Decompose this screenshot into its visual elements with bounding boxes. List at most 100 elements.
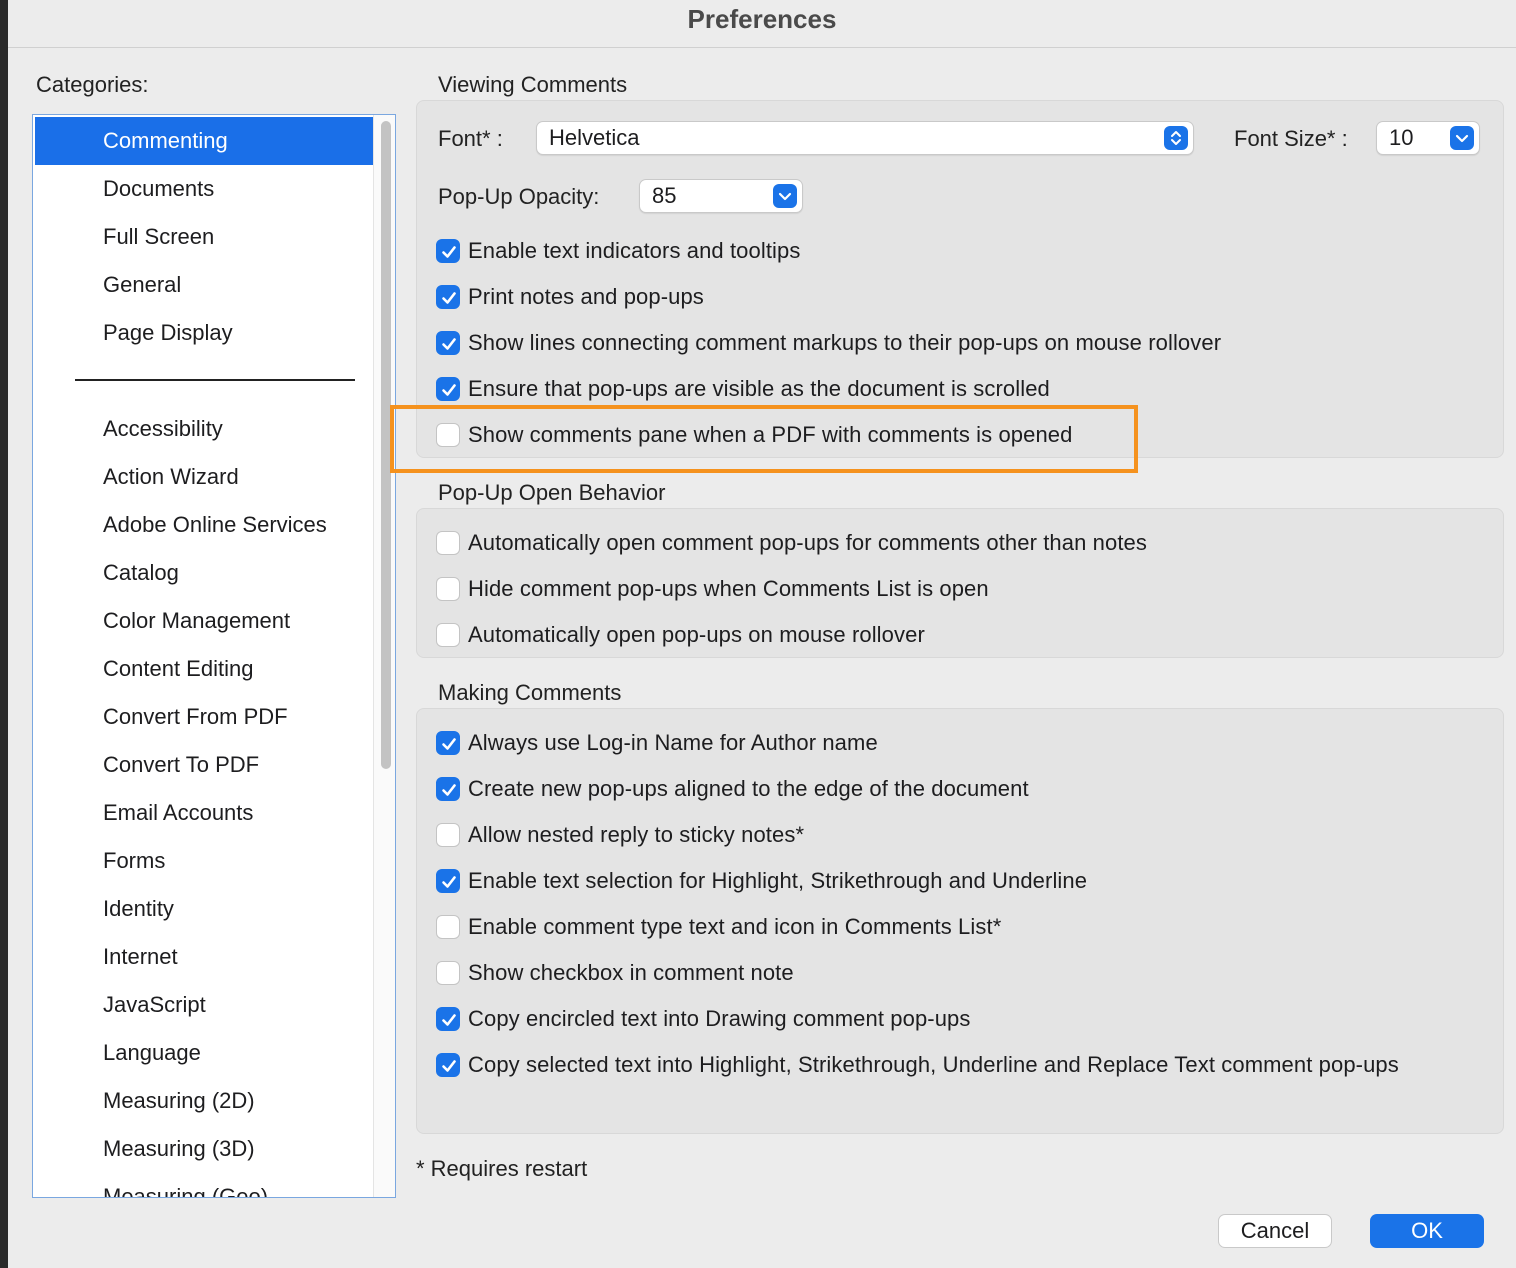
- popup-opacity-value: 85: [652, 183, 677, 208]
- category-item-catalog[interactable]: Catalog: [35, 549, 373, 597]
- making-option-row[interactable]: Always use Log-in Name for Author name: [436, 728, 878, 758]
- making-option-row[interactable]: Copy selected text into Highlight, Strik…: [436, 1050, 1399, 1080]
- checkbox-unchecked[interactable]: [436, 531, 460, 555]
- viewing-comments-title: Viewing Comments: [438, 72, 628, 97]
- checkbox-unchecked[interactable]: [436, 823, 460, 847]
- checkmark-icon: [442, 292, 456, 304]
- categories-scrollbar[interactable]: [373, 115, 395, 1197]
- checkmark-icon: [442, 784, 456, 796]
- checkmark-icon: [442, 876, 456, 888]
- popup-opacity-select[interactable]: 85: [639, 179, 803, 213]
- popup-option-row[interactable]: Automatically open comment pop-ups for c…: [436, 528, 1147, 558]
- checkmark-icon: [442, 338, 456, 350]
- category-item-measuring-2d[interactable]: Measuring (2D): [35, 1077, 373, 1125]
- font-label: Font* :: [438, 126, 503, 151]
- making-option-row[interactable]: Show checkbox in comment note: [436, 958, 794, 988]
- popup-option-row[interactable]: Automatically open pop-ups on mouse roll…: [436, 620, 925, 650]
- category-item-internet[interactable]: Internet: [35, 933, 373, 981]
- popup-option-label: Automatically open pop-ups on mouse roll…: [468, 622, 925, 647]
- font-size-label: Font Size* :: [1234, 126, 1348, 151]
- up-down-chevron-icon: [1164, 126, 1188, 150]
- preferences-window: Preferences Categories: Commenting Docume…: [8, 0, 1516, 1268]
- checkmark-icon: [442, 246, 456, 258]
- viewing-option-row[interactable]: Show lines connecting comment markups to…: [436, 328, 1221, 358]
- making-option-label: Copy selected text into Highlight, Strik…: [468, 1052, 1399, 1077]
- popup-option-label: Hide comment pop-ups when Comments List …: [468, 576, 989, 601]
- making-option-row[interactable]: Allow nested reply to sticky notes*: [436, 820, 804, 850]
- making-option-row[interactable]: Enable comment type text and icon in Com…: [436, 912, 1001, 942]
- highlight-annotation-box: [390, 405, 1138, 473]
- categories-label: Categories:: [36, 72, 149, 97]
- category-item-forms[interactable]: Forms: [35, 837, 373, 885]
- category-item-convert-to-pdf[interactable]: Convert To PDF: [35, 741, 373, 789]
- making-option-label: Always use Log-in Name for Author name: [468, 730, 878, 755]
- categories-list[interactable]: Commenting Documents Full Screen General Pag…: [32, 114, 396, 1198]
- checkmark-icon: [442, 738, 456, 750]
- chevron-down-icon: [1450, 126, 1474, 150]
- viewing-option-label: Ensure that pop-ups are visible as the d…: [468, 376, 1050, 401]
- category-item-measuring-geo[interactable]: Measuring (Geo): [35, 1173, 373, 1197]
- checkbox-checked[interactable]: [436, 869, 460, 893]
- category-item-measuring-3d[interactable]: Measuring (3D): [35, 1125, 373, 1173]
- checkbox-checked[interactable]: [436, 777, 460, 801]
- chevron-down-icon: [773, 184, 797, 208]
- category-item-content-editing[interactable]: Content Editing: [35, 645, 373, 693]
- font-size-value: 10: [1389, 125, 1414, 150]
- viewing-option-row[interactable]: Print notes and pop-ups: [436, 282, 704, 312]
- font-select[interactable]: Helvetica: [536, 121, 1194, 155]
- category-item-adobe-online-services[interactable]: Adobe Online Services: [35, 501, 373, 549]
- category-item-convert-from-pdf[interactable]: Convert From PDF: [35, 693, 373, 741]
- making-option-label: Allow nested reply to sticky notes*: [468, 822, 805, 847]
- category-item-page-display[interactable]: Page Display: [35, 309, 373, 357]
- making-option-label: Enable comment type text and icon in Com…: [468, 914, 1002, 939]
- popup-behavior-title: Pop-Up Open Behavior: [438, 480, 666, 505]
- checkbox-checked[interactable]: [436, 1053, 460, 1077]
- category-item-language[interactable]: Language: [35, 1029, 373, 1077]
- viewing-option-label: Enable text indicators and tooltips: [468, 238, 801, 263]
- requires-restart-note: * Requires restart: [416, 1156, 588, 1181]
- title-bar: Preferences: [8, 0, 1516, 48]
- viewing-option-row[interactable]: Enable text indicators and tooltips: [436, 236, 800, 266]
- category-item-commenting[interactable]: Commenting: [35, 117, 373, 165]
- making-option-label: Show checkbox in comment note: [468, 960, 794, 985]
- popup-option-row[interactable]: Hide comment pop-ups when Comments List …: [436, 574, 989, 604]
- making-option-row[interactable]: Enable text selection for Highlight, Str…: [436, 866, 1087, 896]
- checkbox-checked[interactable]: [436, 377, 460, 401]
- checkbox-checked[interactable]: [436, 239, 460, 263]
- making-comments-title: Making Comments: [438, 680, 622, 705]
- category-item-full-screen[interactable]: Full Screen: [35, 213, 373, 261]
- category-item-action-wizard[interactable]: Action Wizard: [35, 453, 373, 501]
- popup-option-label: Automatically open comment pop-ups for c…: [468, 530, 1147, 555]
- checkbox-unchecked[interactable]: [436, 577, 460, 601]
- category-item-accessibility[interactable]: Accessibility: [35, 405, 373, 453]
- category-item-color-management[interactable]: Color Management: [35, 597, 373, 645]
- checkbox-unchecked[interactable]: [436, 623, 460, 647]
- making-option-row[interactable]: Copy encircled text into Drawing comment…: [436, 1004, 970, 1034]
- making-option-label: Copy encircled text into Drawing comment…: [468, 1006, 971, 1031]
- category-item-email-accounts[interactable]: Email Accounts: [35, 789, 373, 837]
- checkmark-icon: [442, 1014, 456, 1026]
- cancel-button[interactable]: Cancel: [1218, 1214, 1332, 1248]
- checkbox-checked[interactable]: [436, 331, 460, 355]
- checkbox-unchecked[interactable]: [436, 915, 460, 939]
- checkbox-checked[interactable]: [436, 1007, 460, 1031]
- category-item-javascript[interactable]: JavaScript: [35, 981, 373, 1029]
- checkbox-checked[interactable]: [436, 285, 460, 309]
- window-title: Preferences: [687, 4, 837, 34]
- viewing-option-label: Print notes and pop-ups: [468, 284, 704, 309]
- checkbox-checked[interactable]: [436, 731, 460, 755]
- checkmark-icon: [442, 384, 456, 396]
- category-item-general[interactable]: General: [35, 261, 373, 309]
- categories-divider: [75, 379, 355, 381]
- font-select-value: Helvetica: [549, 125, 640, 150]
- category-item-documents[interactable]: Documents: [35, 165, 373, 213]
- checkmark-icon: [442, 1060, 456, 1072]
- category-item-identity[interactable]: Identity: [35, 885, 373, 933]
- font-size-select[interactable]: 10: [1376, 121, 1480, 155]
- viewing-option-row[interactable]: Ensure that pop-ups are visible as the d…: [436, 374, 1050, 404]
- making-option-label: Enable text selection for Highlight, Str…: [468, 868, 1088, 893]
- making-option-row[interactable]: Create new pop-ups aligned to the edge o…: [436, 774, 1029, 804]
- making-option-label: Create new pop-ups aligned to the edge o…: [468, 776, 1029, 801]
- checkbox-unchecked[interactable]: [436, 961, 460, 985]
- ok-button[interactable]: OK: [1370, 1214, 1484, 1248]
